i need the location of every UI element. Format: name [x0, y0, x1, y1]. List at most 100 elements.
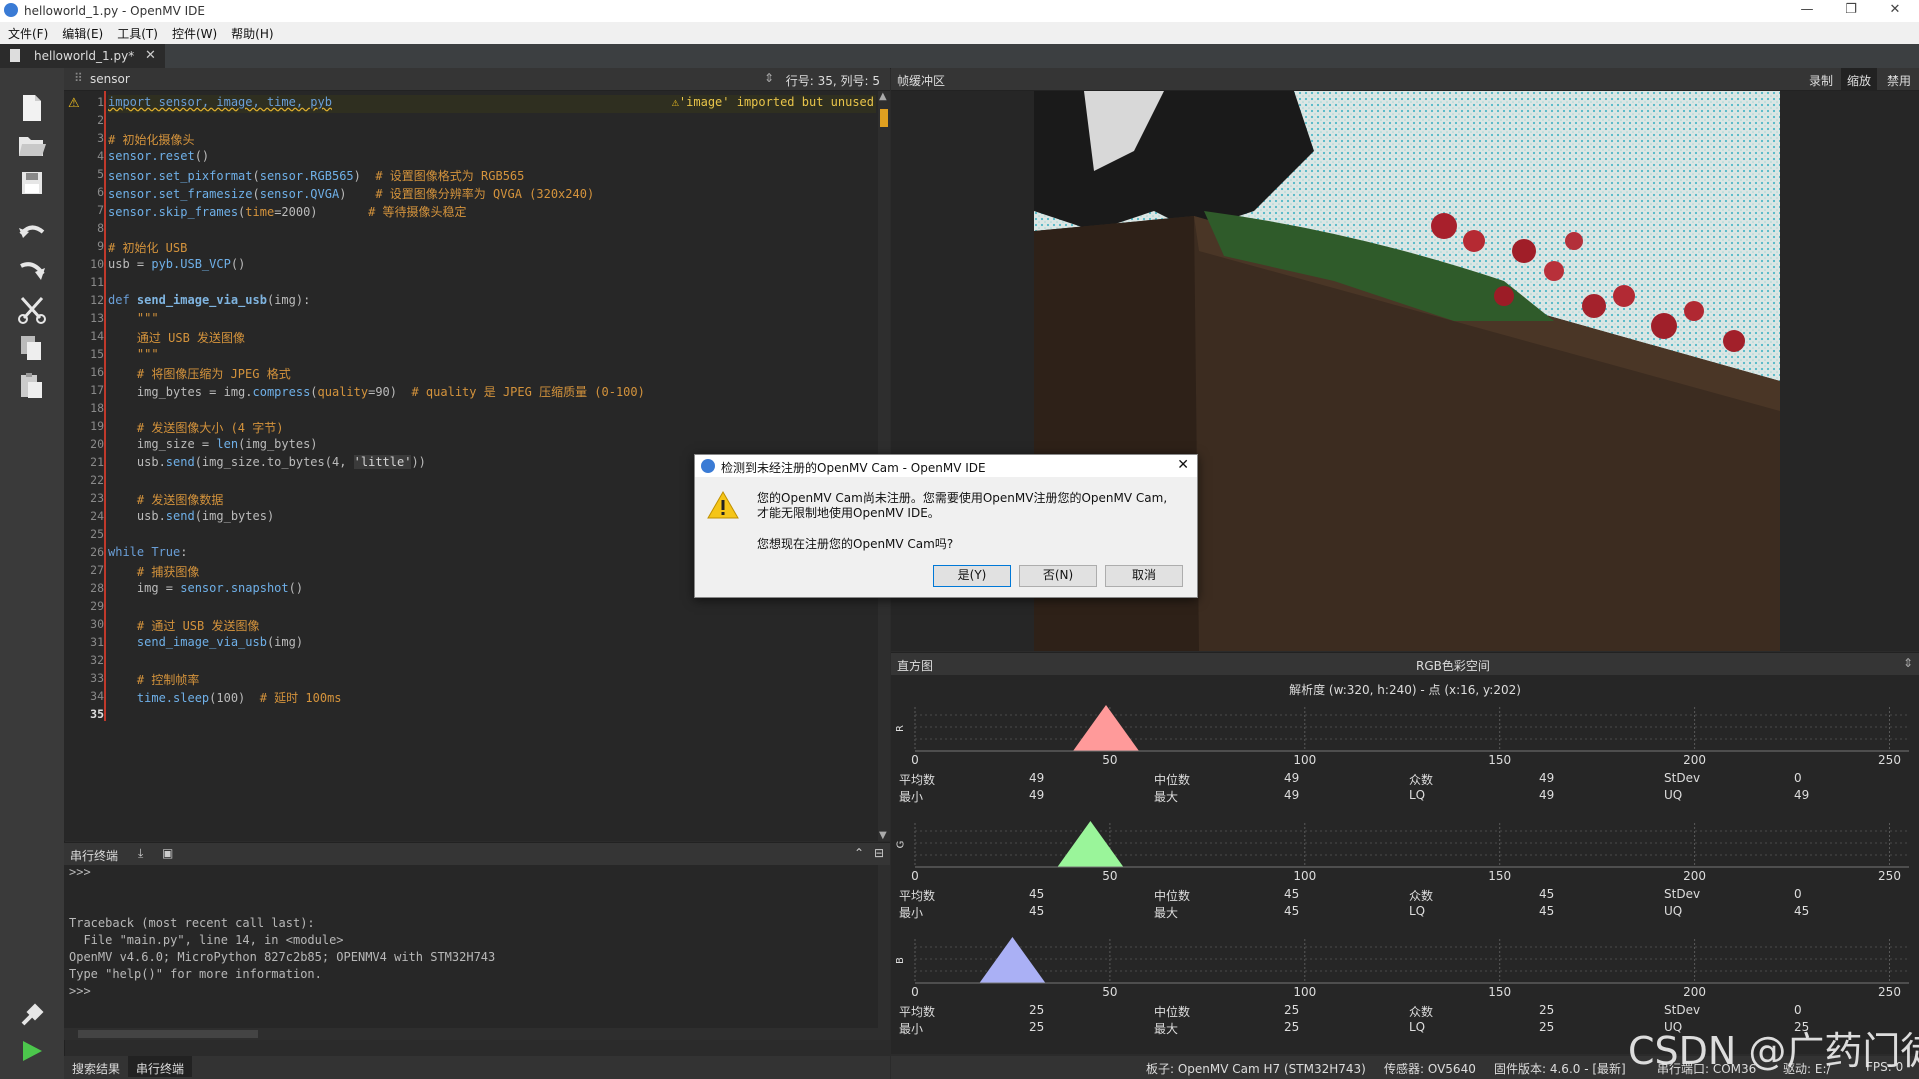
line-number: 20	[90, 437, 104, 451]
clear-terminal-icon[interactable]: ⤓	[138, 846, 143, 861]
copy-icon[interactable]	[14, 334, 50, 366]
zoom-button[interactable]: 缩放	[1841, 68, 1878, 90]
line-number: 31	[90, 635, 104, 649]
maximize-button[interactable]: ❐	[1829, 0, 1873, 22]
file-tab-bar: helloworld_1.py* ✕	[0, 44, 1919, 69]
line-number: 35	[90, 707, 104, 721]
terminal-line: >>>	[69, 865, 91, 879]
redo-icon[interactable]	[14, 258, 50, 290]
terminal-line: Traceback (most recent call last):	[69, 916, 315, 930]
run-icon[interactable]	[14, 1038, 50, 1070]
stat-label: LQ	[1409, 788, 1426, 802]
line-number: 7	[97, 203, 104, 217]
channel-label: B	[894, 957, 906, 964]
line-number: 21	[90, 455, 104, 469]
menu-file[interactable]: 文件(F)	[0, 22, 54, 42]
line-number: 28	[90, 581, 104, 595]
colorspace-arrows-icon[interactable]: ⇕	[1903, 656, 1913, 670]
line-number: 5	[97, 167, 104, 181]
channel-label: R	[894, 725, 906, 732]
save-icon[interactable]	[14, 170, 50, 202]
stat-value: 45	[1539, 904, 1555, 918]
connect-icon[interactable]	[14, 1000, 50, 1032]
stat-value: 49	[1794, 788, 1810, 802]
menu-tools[interactable]: 工具(T)	[109, 22, 164, 42]
undo-icon[interactable]	[14, 220, 50, 252]
terminal-hscrollbar[interactable]	[64, 1028, 878, 1040]
disable-button[interactable]: 禁用	[1881, 68, 1917, 90]
tick-label: 0	[911, 869, 919, 883]
colorspace-selector[interactable]: RGB色彩空间	[1416, 657, 1490, 674]
stat-value: 25	[1284, 1003, 1300, 1017]
menu-edit[interactable]: 编辑(E)	[54, 22, 109, 42]
tick-label: 100	[1293, 985, 1317, 999]
histogram-plot	[914, 937, 1909, 984]
scroll-down-icon[interactable]: ▼	[879, 830, 887, 841]
tab-serial-terminal[interactable]: 串行终端	[128, 1056, 193, 1077]
cancel-button[interactable]: 取消	[1105, 565, 1183, 587]
histogram-r: R 0 50 100 150 200 250 平均数 49 中位数 49 众数 49 StDev 0 最小 49…	[891, 703, 1919, 818]
stat-label: UQ	[1664, 788, 1683, 802]
terminal-line: File "main.py", line 14, in <module>	[69, 933, 344, 947]
no-button[interactable]: 否(N)	[1019, 565, 1097, 587]
stat-label: LQ	[1409, 904, 1426, 918]
serial-terminal-output[interactable]: >>> Traceback (most recent call last): F…	[64, 865, 890, 1040]
stat-value: 25	[1539, 1020, 1555, 1034]
new-file-icon[interactable]	[14, 94, 50, 126]
line-number: 34	[90, 689, 104, 703]
terminal-line: Type "help()" for more information.	[69, 967, 322, 981]
stat-value: 49	[1539, 788, 1555, 802]
stat-value: 49	[1029, 771, 1045, 785]
terminal-vscrollbar[interactable]	[878, 865, 890, 1040]
function-selector[interactable]: sensor	[90, 72, 130, 86]
minimize-button[interactable]: —	[1785, 0, 1829, 22]
histogram-area: 解析度 (w:320, h:240) - 点 (x:16, y:202) R 0 5…	[891, 675, 1919, 1054]
scroll-up-icon[interactable]: ▲	[879, 91, 887, 102]
channel-label: G	[895, 840, 907, 849]
collapse-icon[interactable]: ⌃	[854, 846, 864, 860]
close-tab-icon[interactable]: ✕	[145, 48, 156, 63]
tick-label: 150	[1488, 753, 1512, 767]
stat-label: 最小	[899, 906, 924, 920]
stat-label: 众数	[1409, 1005, 1434, 1019]
selector-arrows-icon[interactable]: ⇕	[764, 71, 774, 85]
dialog-close-button[interactable]: ✕	[1177, 457, 1189, 473]
tick-label: 250	[1878, 869, 1901, 883]
dock-icon[interactable]: ⊟	[874, 846, 884, 860]
record-button[interactable]: 录制	[1803, 68, 1839, 90]
line-number: 11	[90, 275, 104, 289]
histogram-title: 直方图	[897, 659, 934, 673]
stat-label: LQ	[1409, 1020, 1426, 1034]
openmv-dialog-icon	[701, 459, 715, 473]
tick-label: 150	[1488, 869, 1512, 883]
stat-label: 平均数	[899, 1005, 936, 1019]
stat-label: 最小	[899, 1022, 924, 1036]
yes-button[interactable]: 是(Y)	[933, 565, 1011, 587]
scrollbar-warning-marker	[880, 109, 888, 127]
close-window-button[interactable]: ✕	[1873, 0, 1917, 22]
tick-label: 200	[1683, 985, 1707, 999]
dialog-question: 您想现在注册您的OpenMV Cam吗?	[757, 537, 954, 551]
stat-label: 最大	[1154, 906, 1179, 920]
stat-value: 0	[1794, 771, 1802, 785]
cursor-position: 行号: 35, 列号: 5	[785, 74, 880, 88]
file-tab[interactable]: helloworld_1.py* ✕	[0, 44, 165, 68]
paste-icon[interactable]	[14, 372, 50, 404]
line-number: 27	[90, 563, 104, 577]
tick-label: 50	[1102, 753, 1118, 767]
menu-widgets[interactable]: 控件(W)	[164, 22, 223, 42]
save-log-icon[interactable]: ▣	[162, 846, 173, 860]
tab-search-results[interactable]: 搜索结果	[64, 1056, 128, 1077]
status-firmware[interactable]: 固件版本: 4.6.0 - [最新]	[1494, 1060, 1626, 1077]
cut-icon[interactable]	[14, 296, 50, 328]
stat-label: StDev	[1664, 1003, 1701, 1017]
menu-bar: 文件(F) 编辑(E) 工具(T) 控件(W) 帮助(H)	[0, 22, 1919, 44]
menu-help[interactable]: 帮助(H)	[223, 22, 279, 42]
line-number: 8	[97, 221, 104, 235]
window-title: helloworld_1.py - OpenMV IDE	[24, 4, 205, 18]
histogram-resolution: 解析度 (w:320, h:240) - 点 (x:16, y:202)	[1289, 683, 1521, 697]
unused-import-warning: ⚠'image' imported but unused	[671, 95, 874, 109]
tick-label: 50	[1102, 985, 1118, 999]
stat-label: 众数	[1409, 773, 1434, 787]
open-folder-icon[interactable]	[14, 132, 50, 164]
